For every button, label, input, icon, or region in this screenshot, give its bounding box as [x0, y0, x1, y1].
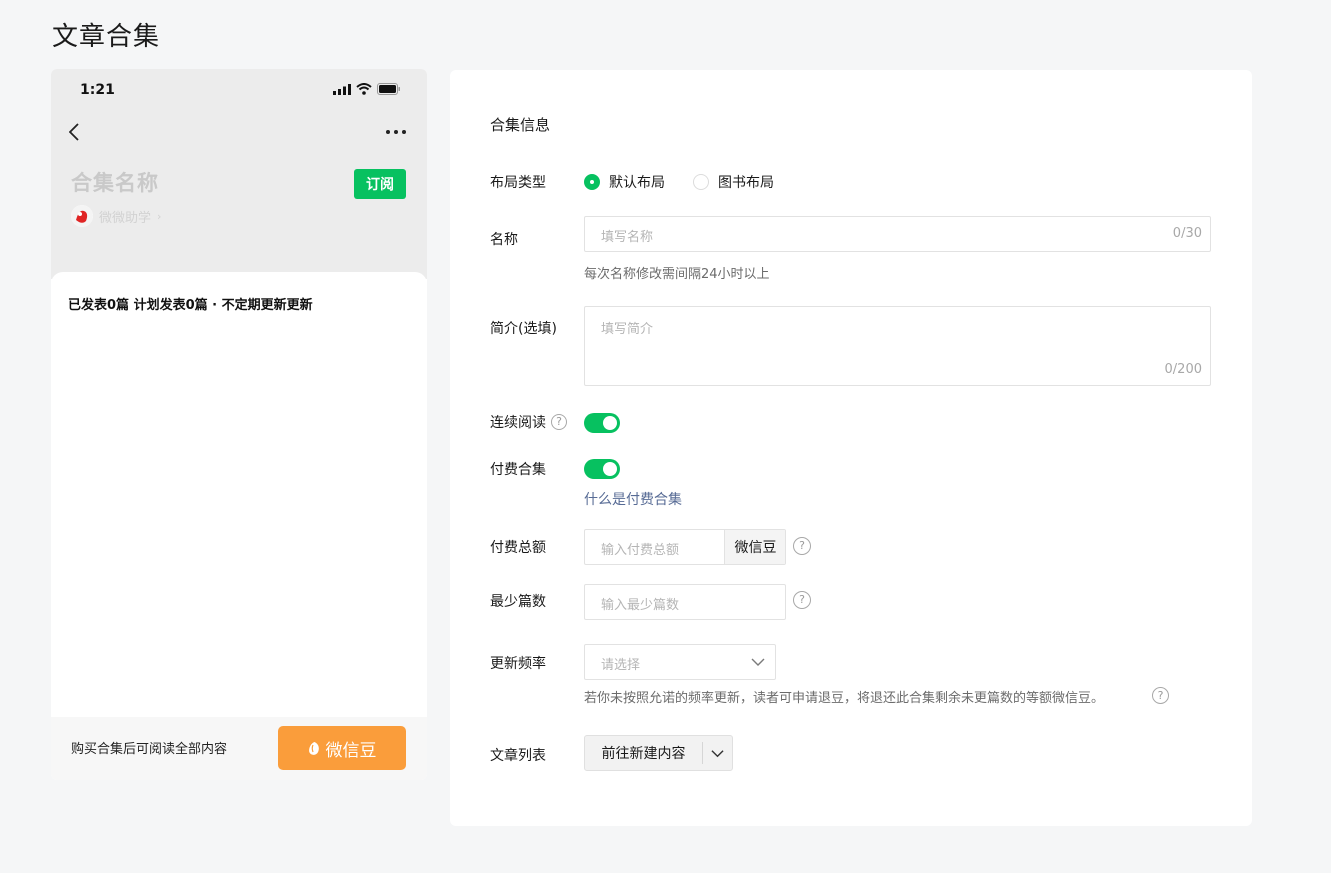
radio-book-layout-label: 图书布局: [718, 175, 774, 191]
paid-total-label: 付费总额: [490, 537, 546, 557]
radio-default-layout-dot[interactable]: [584, 174, 600, 190]
continuous-read-label-text: 连续阅读: [490, 415, 546, 431]
create-content-button[interactable]: 前往新建内容: [585, 743, 702, 763]
avatar: [71, 205, 93, 227]
layout-type-label: 布局类型: [490, 172, 546, 192]
footer-text: 购买合集后可阅读全部内容: [71, 742, 228, 757]
bean-icon: [308, 741, 319, 755]
min-count-input[interactable]: 输入最少篇数: [584, 584, 786, 620]
article-list-label: 文章列表: [490, 745, 546, 765]
min-count-label-text: 最少篇数: [490, 594, 546, 610]
name-input-placeholder: 填写名称: [601, 230, 654, 245]
radio-default-layout[interactable]: 默认布局: [584, 172, 665, 192]
phone-preview: 1:21 合集名称 订阅 微微助学 › 已发表0篇 计划发表0篇 · 不定期更新…: [51, 69, 427, 780]
min-count-label: 最少篇数: [490, 591, 546, 611]
intro-label: 简介(选填): [490, 318, 557, 338]
signal-icon: [333, 83, 351, 95]
layout-type-label-text: 布局类型: [490, 175, 546, 191]
wifi-icon: [356, 83, 372, 95]
frequency-help-icon[interactable]: ?: [1152, 687, 1169, 704]
radio-book-layout-dot[interactable]: [693, 174, 709, 190]
paid-collection-label-text: 付费合集: [490, 462, 546, 478]
chevron-down-icon: [751, 658, 765, 666]
paid-collection-toggle[interactable]: [584, 459, 620, 479]
name-label-text: 名称: [490, 232, 518, 248]
status-icons: [333, 83, 401, 95]
buy-button-label: 微信豆: [325, 740, 377, 761]
layout-type-radio-group: 默认布局 图书布局: [584, 172, 774, 192]
continuous-read-help-icon[interactable]: ?: [551, 414, 567, 430]
name-hint: 每次名称修改需间隔24小时以上: [584, 267, 770, 282]
publish-info: 已发表0篇 计划发表0篇 · 不定期更新更新: [68, 298, 313, 313]
radio-default-layout-label: 默认布局: [609, 175, 665, 191]
phone-body: 已发表0篇 计划发表0篇 · 不定期更新更新: [51, 272, 427, 717]
page-title: 文章合集: [52, 22, 161, 52]
battery-icon: [377, 83, 400, 95]
intro-char-counter: 0/200: [1164, 362, 1202, 377]
author-row[interactable]: 微微助学 ›: [71, 205, 161, 227]
status-time: 1:21: [80, 82, 115, 98]
buy-button[interactable]: 微信豆: [278, 726, 406, 770]
back-button[interactable]: [65, 121, 83, 143]
intro-textarea[interactable]: 填写简介 0/200: [584, 306, 1211, 386]
phone-header: 1:21 合集名称 订阅 微微助学 ›: [51, 69, 427, 279]
chevron-down-icon: [711, 749, 724, 757]
subscribe-button[interactable]: 订阅: [354, 169, 406, 199]
more-dots-icon: [386, 130, 406, 134]
min-count-placeholder: 输入最少篇数: [601, 598, 680, 613]
min-count-help-icon[interactable]: ?: [793, 591, 811, 609]
article-list-label-text: 文章列表: [490, 748, 546, 764]
create-content-dropdown[interactable]: [703, 736, 732, 770]
collection-name-preview: 合集名称: [71, 171, 159, 195]
what-is-paid-collection-link[interactable]: 什么是付费合集: [584, 489, 682, 509]
author-name: 微微助学: [99, 210, 152, 226]
collection-form-panel: 合集信息 布局类型 默认布局 图书布局 名称 填写名称 0/30 每次名称修改需…: [450, 70, 1252, 826]
paid-total-input[interactable]: 输入付费总额 微信豆: [584, 529, 786, 565]
paid-total-unit: 微信豆: [724, 530, 785, 564]
frequency-select[interactable]: 请选择: [584, 644, 776, 680]
name-label: 名称: [490, 229, 518, 249]
more-button[interactable]: [385, 125, 407, 139]
avatar-image-icon: [71, 205, 93, 227]
name-input[interactable]: 填写名称 0/30: [584, 216, 1211, 252]
chevron-left-icon: [69, 123, 79, 141]
phone-footer: 购买合集后可阅读全部内容 微信豆: [51, 717, 427, 780]
paid-total-placeholder: 输入付费总额: [601, 543, 680, 558]
intro-label-text: 简介(选填): [490, 321, 557, 337]
frequency-select-placeholder: 请选择: [601, 658, 641, 673]
name-char-counter: 0/30: [1172, 226, 1202, 241]
paid-total-help-icon[interactable]: ?: [793, 537, 811, 555]
paid-collection-label: 付费合集: [490, 459, 546, 479]
radio-book-layout[interactable]: 图书布局: [693, 172, 774, 192]
author-arrow-icon: ›: [157, 209, 162, 223]
frequency-label: 更新频率: [490, 653, 546, 673]
frequency-label-text: 更新频率: [490, 656, 546, 672]
frequency-hint: 若你未按照允诺的频率更新，读者可申请退豆，将退还此合集剩余未更篇数的等额微信豆。: [584, 691, 1105, 706]
intro-textarea-placeholder: 填写简介: [601, 322, 654, 337]
continuous-read-toggle[interactable]: [584, 413, 620, 433]
paid-total-label-text: 付费总额: [490, 540, 546, 556]
continuous-read-label: 连续阅读 ?: [490, 412, 567, 432]
create-content-split-button[interactable]: 前往新建内容: [584, 735, 733, 771]
section-title: 合集信息: [490, 116, 551, 134]
